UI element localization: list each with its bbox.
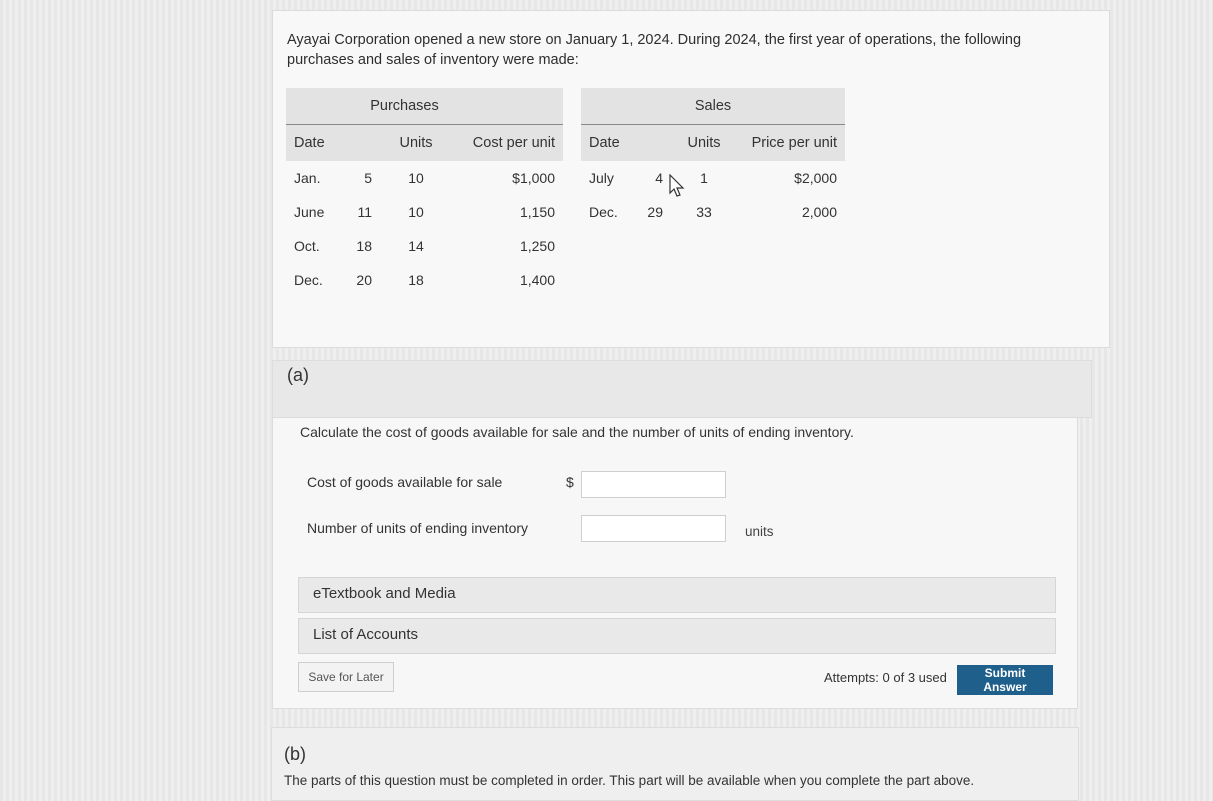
sale-price: 2,000 <box>801 204 837 220</box>
purchase-cost: 1,150 <box>519 204 555 220</box>
list-of-accounts-link[interactable]: List of Accounts <box>298 618 1056 654</box>
problem-intro: Ayayai Corporation opened a new store on… <box>287 32 1022 68</box>
sale-day: 4 <box>655 170 663 186</box>
purchase-cost: 1,250 <box>519 238 555 254</box>
part-a-prompt: Calculate the cost of goods available fo… <box>300 424 854 440</box>
cogs-label: Cost of goods available for sale <box>307 474 503 490</box>
etextbook-link[interactable]: eTextbook and Media <box>298 577 1056 613</box>
table-row: Dec. 20 18 1,400 <box>286 263 845 297</box>
sale-price: $2,000 <box>794 170 837 186</box>
purchase-units: 18 <box>408 272 424 288</box>
table-row: Oct. 18 14 1,250 <box>286 229 845 263</box>
ending-units-label: Number of units of ending inventory <box>307 520 529 536</box>
attempts-counter: Attempts: 0 of 3 used <box>824 670 947 685</box>
save-for-later-button[interactable]: Save for Later <box>298 662 394 692</box>
purchase-day: 5 <box>364 170 372 186</box>
purchase-day: 20 <box>356 272 372 288</box>
purchase-cost: 1,400 <box>519 272 555 288</box>
purchases-title: Purchases <box>286 88 563 125</box>
sale-units: 33 <box>696 204 712 220</box>
part-b-label: (b) <box>284 744 306 764</box>
purchase-units: 10 <box>408 170 424 186</box>
cogs-input[interactable] <box>581 471 726 498</box>
mouse-pointer-icon <box>669 174 685 197</box>
table-row: Jan. 5 10 $1,000 July 4 1 $2,000 <box>286 161 845 195</box>
purchase-month: Oct. <box>294 238 320 254</box>
part-a-label: (a) <box>287 365 309 385</box>
col-purchase-cost: Cost per unit <box>460 124 563 161</box>
currency-symbol: $ <box>566 474 574 490</box>
part-b-panel <box>271 727 1079 801</box>
purchase-units: 10 <box>408 204 424 220</box>
sale-month: Dec. <box>589 204 618 220</box>
purchase-day: 11 <box>357 204 372 220</box>
col-purchase-units: Units <box>372 124 460 161</box>
col-sale-units: Units <box>663 124 745 161</box>
purchase-month: June <box>294 204 325 220</box>
col-sale-price: Price per unit <box>745 124 845 161</box>
sales-title: Sales <box>581 88 845 125</box>
purchase-day: 18 <box>356 238 372 254</box>
inventory-table: Purchases Sales Date Units Cost per unit… <box>286 88 845 297</box>
purchase-cost: $1,000 <box>512 170 555 186</box>
submit-answer-button[interactable]: Submit Answer <box>957 665 1053 695</box>
purchase-month: Jan. <box>294 170 321 186</box>
table-group-header: Purchases Sales <box>286 88 845 125</box>
purchase-month: Dec. <box>294 272 323 288</box>
part-a-header <box>272 360 1092 418</box>
col-sale-date: Date <box>581 124 663 161</box>
table-row: June 11 10 1,150 Dec. 29 33 2,000 <box>286 195 845 229</box>
sale-month: July <box>589 170 614 186</box>
col-purchase-date: Date <box>286 124 372 161</box>
table-column-header: Date Units Cost per unit Date Units Pric… <box>286 124 845 161</box>
sale-day: 29 <box>647 204 663 220</box>
part-b-message: The parts of this question must be compl… <box>284 773 975 788</box>
units-suffix: units <box>745 524 774 539</box>
purchase-units: 14 <box>408 238 424 254</box>
ending-units-input[interactable] <box>581 515 726 542</box>
